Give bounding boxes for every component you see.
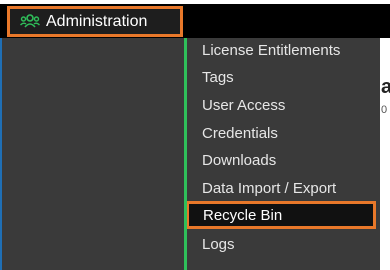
page-background xyxy=(380,38,390,270)
menu-item-tags[interactable]: Tags xyxy=(202,65,234,89)
submenu-accent-bar xyxy=(184,38,187,270)
sidebar-panel xyxy=(0,38,184,270)
users-icon xyxy=(20,13,40,31)
menu-item-data-import-export[interactable]: Data Import / Export xyxy=(202,176,336,200)
menu-item-logs[interactable]: Logs xyxy=(202,232,235,256)
menu-item-credentials[interactable]: Credentials xyxy=(202,121,278,145)
menu-item-downloads[interactable]: Downloads xyxy=(202,148,276,172)
administration-label: Administration xyxy=(46,12,148,30)
menu-item-license-entitlements[interactable]: License Entitlements xyxy=(202,38,340,62)
background-text-fragment: 0 xyxy=(381,104,388,116)
menu-item-recycle-bin[interactable]: Recycle Bin xyxy=(186,201,376,229)
administration-submenu: License Entitlements Tags User Access Cr… xyxy=(184,38,380,270)
administration-menu-button[interactable]: Administration xyxy=(7,6,183,37)
background-heading-fragment: a xyxy=(381,76,390,98)
menu-item-user-access[interactable]: User Access xyxy=(202,93,285,117)
sidebar-edge xyxy=(0,38,2,270)
